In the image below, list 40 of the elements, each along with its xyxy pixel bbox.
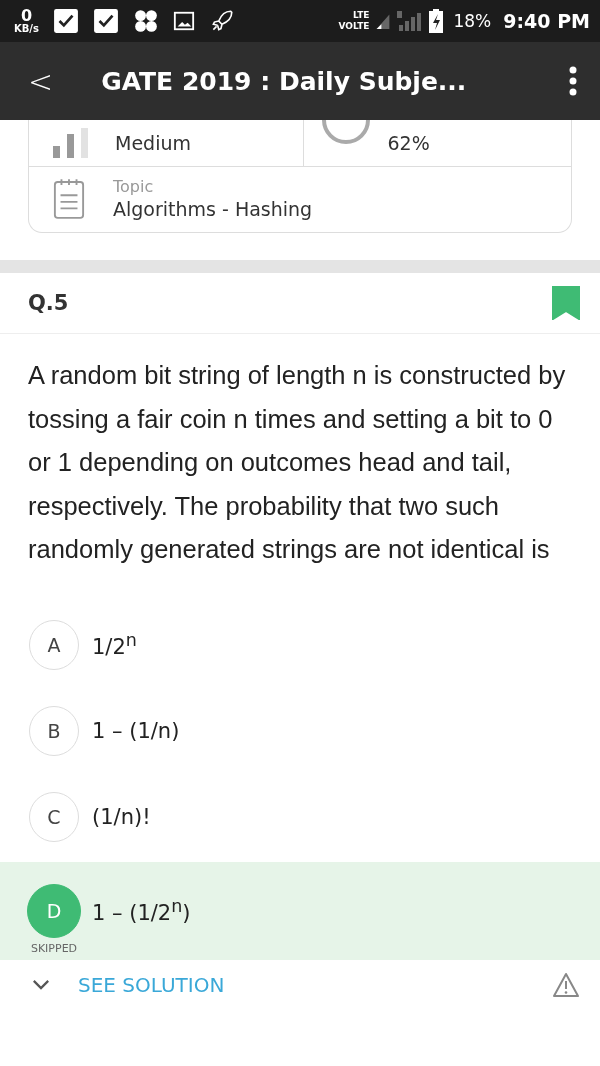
- signal-icon: [397, 9, 424, 33]
- option-letter: C: [29, 791, 79, 842]
- rocket-icon: [209, 8, 235, 34]
- image-icon: [173, 10, 195, 32]
- back-button[interactable]: <: [24, 63, 58, 99]
- more-options-icon[interactable]: [568, 66, 578, 96]
- screen-title: GATE 2019 : Daily Subje...: [101, 66, 468, 96]
- option-row[interactable]: A 1/2$^{n}$: [0, 601, 600, 688]
- volte-label: VOLTE: [338, 21, 370, 32]
- option-row[interactable]: C (1/n)!: [0, 773, 600, 860]
- option-row[interactable]: B 1 – (1/n): [0, 687, 600, 774]
- checkbox-icon: [93, 8, 119, 34]
- network-speed-unit: KB/s: [14, 24, 39, 34]
- option-letter: B: [29, 705, 79, 756]
- question-text: A random bit string of length n is constructed by tossing a fair coin n times and setting a bit to 0 or 1 depending on outcomes head and tail, respectively. The probability that two such randomly generated strings are not identical is: [28, 360, 567, 565]
- difficulty-bars-icon: [53, 128, 89, 158]
- battery-percentage: 18%: [453, 11, 492, 31]
- option-text: 1/2$^{n}$: [92, 630, 137, 659]
- notepad-icon: [53, 177, 85, 220]
- option-letter: A: [29, 619, 79, 670]
- topic-label: Topic: [113, 177, 155, 196]
- topic-value: Algorithms - Hashing: [113, 198, 313, 220]
- difficulty-value: Medium: [115, 132, 191, 154]
- correct-attempts-value: 62%: [387, 132, 430, 154]
- checkbox-icon: [53, 8, 79, 34]
- network-type-label: LTE: [352, 10, 370, 21]
- clock-time: 9:40 PM: [503, 10, 590, 32]
- network-speed-value: 0: [20, 8, 33, 24]
- progress-ring-icon: [321, 120, 370, 144]
- puzzle-icon: [133, 8, 159, 34]
- question-number: Q.5: [28, 291, 69, 315]
- battery-charging-icon: [429, 9, 444, 33]
- selected-option-row[interactable]: D SKIPPED 1 – (1/2$^{n}$): [0, 861, 600, 960]
- option-text: (1/n)!: [92, 804, 151, 829]
- option-text: 1 – (1/n): [92, 718, 180, 743]
- chevron-down-icon[interactable]: [32, 979, 50, 990]
- option-text: 1 – (1/2$^{n}$): [92, 896, 191, 925]
- warning-icon[interactable]: [552, 971, 580, 998]
- option-letter: D: [27, 883, 81, 938]
- option-status: SKIPPED: [30, 941, 78, 955]
